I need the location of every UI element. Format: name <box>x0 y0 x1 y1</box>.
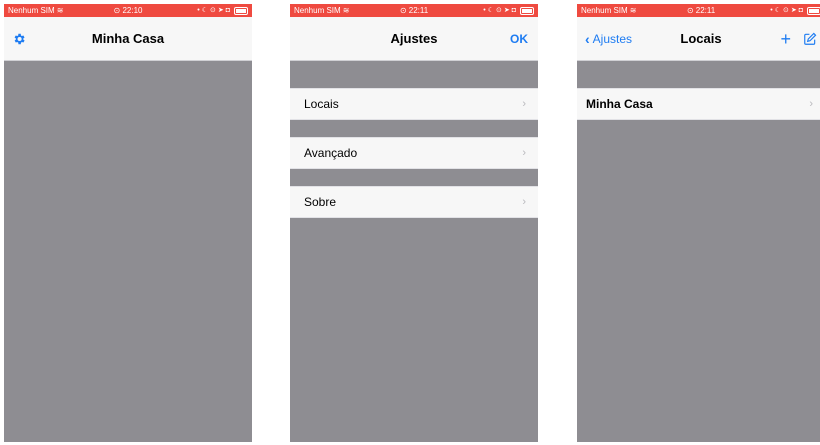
status-icons: • ☾ ⊙ ➤ ◘ <box>483 4 534 17</box>
location-icon: ➤ <box>503 7 510 14</box>
ok-button[interactable]: OK <box>510 17 528 60</box>
battery-icon <box>520 6 534 15</box>
lock-rotation-icon: ⊙ <box>210 7 216 14</box>
status-icons: • ☾ ⊙ ➤ ◘ <box>770 4 820 17</box>
location-icon: ➤ <box>790 7 797 14</box>
carrier-label: Nenhum SIM ≋ <box>294 4 349 17</box>
status-icons: • ☾ ⊙ ➤ ◘ <box>197 4 248 17</box>
chevron-right-icon: › <box>522 196 526 208</box>
recording-dot-icon: • <box>197 7 200 14</box>
row-label: Avançado <box>304 146 358 160</box>
lock-rotation-icon: ⊙ <box>496 7 502 14</box>
place-row-minha-casa[interactable]: Minha Casa › <box>577 88 820 120</box>
chevron-right-icon: › <box>809 98 813 110</box>
nav-bar: Minha Casa <box>4 17 252 61</box>
wifi-icon: ≋ <box>629 6 637 15</box>
carrier-label: Nenhum SIM ≋ <box>581 4 636 17</box>
chevron-right-icon: › <box>522 98 526 110</box>
page-title: Ajustes <box>390 31 438 46</box>
status-time: ⊙ 22:11 <box>399 6 429 15</box>
carrier-text: Nenhum SIM <box>294 6 341 15</box>
recording-dot-icon: • <box>770 7 773 14</box>
row-label: Locais <box>304 97 339 111</box>
moon-icon: ☾ <box>201 7 209 14</box>
alarm-icon: ◘ <box>225 7 230 14</box>
carrier-label: Nenhum SIM ≋ <box>8 4 63 17</box>
screen-locais: Nenhum SIM ≋ ⊙ 22:11 • ☾ ⊙ ➤ ◘ ‹ Ajustes … <box>577 4 820 442</box>
screen-minha-casa: Nenhum SIM ≋ ⊙ 22:10 • ☾ ⊙ ➤ ◘ Minha Casa <box>4 4 252 442</box>
settings-row-locais[interactable]: Locais › <box>290 88 538 120</box>
battery-icon <box>234 6 248 15</box>
status-time: ⊙ 22:11 <box>686 6 716 15</box>
settings-row-avancado[interactable]: Avançado › <box>290 137 538 169</box>
screen-ajustes: Nenhum SIM ≋ ⊙ 22:11 • ☾ ⊙ ➤ ◘ Ajustes OK… <box>290 4 538 442</box>
carrier-text: Nenhum SIM <box>581 6 628 15</box>
settings-row-sobre[interactable]: Sobre › <box>290 186 538 218</box>
wifi-icon: ≋ <box>56 6 64 15</box>
alarm-icon: ◘ <box>511 7 516 14</box>
nav-bar: Ajustes OK <box>290 17 538 61</box>
status-bar: Nenhum SIM ≋ ⊙ 22:11 • ☾ ⊙ ➤ ◘ <box>290 4 538 17</box>
status-bar: Nenhum SIM ≋ ⊙ 22:11 • ☾ ⊙ ➤ ◘ <box>577 4 820 17</box>
nav-bar: ‹ Ajustes Locais + <box>577 17 820 61</box>
status-bar: Nenhum SIM ≋ ⊙ 22:10 • ☾ ⊙ ➤ ◘ <box>4 4 252 17</box>
nav-actions: + <box>780 17 817 60</box>
location-icon: ➤ <box>217 7 224 14</box>
alarm-icon: ◘ <box>798 7 803 14</box>
status-time: ⊙ 22:10 <box>113 6 143 15</box>
carrier-text: Nenhum SIM <box>8 6 55 15</box>
recording-dot-icon: • <box>483 7 486 14</box>
page-title: Minha Casa <box>91 31 165 46</box>
chevron-right-icon: › <box>522 147 526 159</box>
lock-rotation-icon: ⊙ <box>783 7 789 14</box>
compose-icon[interactable] <box>803 32 817 46</box>
plus-icon[interactable]: + <box>780 30 791 48</box>
row-label: Sobre <box>304 195 337 209</box>
moon-icon: ☾ <box>487 7 495 14</box>
battery-icon <box>807 6 820 15</box>
moon-icon: ☾ <box>774 7 782 14</box>
wifi-icon: ≋ <box>342 6 350 15</box>
row-label: Minha Casa <box>586 97 653 111</box>
